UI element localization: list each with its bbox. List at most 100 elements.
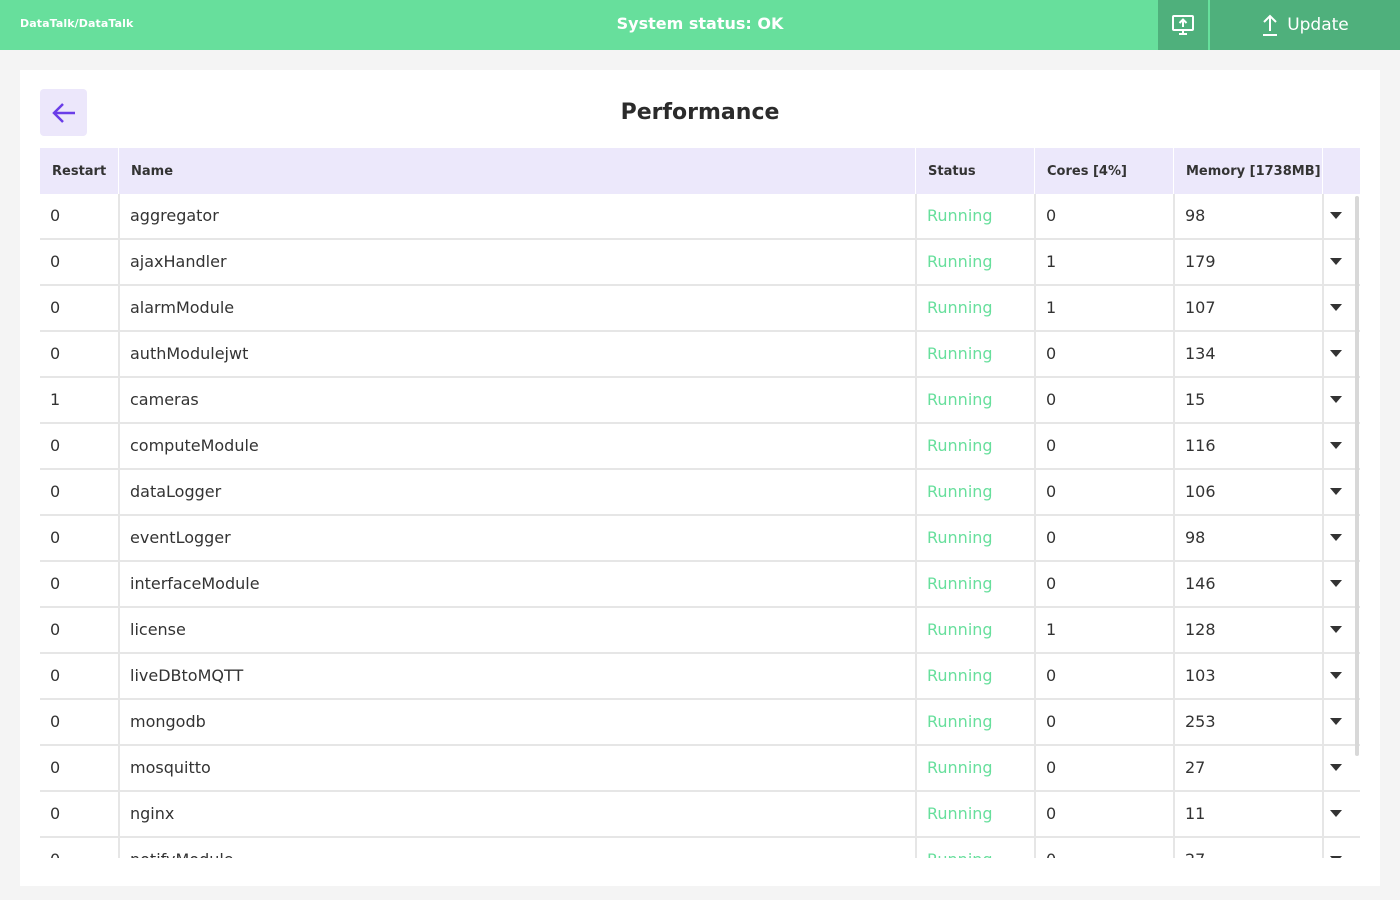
cell-restart: 0 — [50, 666, 61, 685]
caret-down-icon[interactable] — [1330, 212, 1342, 219]
caret-down-icon[interactable] — [1330, 396, 1342, 403]
cell-status: Running — [927, 206, 993, 225]
cell-name: ajaxHandler — [130, 252, 227, 271]
caret-down-icon[interactable] — [1330, 672, 1342, 679]
table-row[interactable]: 0 dataLogger Running 0 106 — [40, 470, 1360, 516]
caret-down-icon[interactable] — [1330, 580, 1342, 587]
upload-arrow-icon — [1263, 14, 1278, 36]
cell-memory: 146 — [1185, 574, 1216, 593]
cell-memory: 128 — [1185, 620, 1216, 639]
monitor-upload-button[interactable] — [1158, 0, 1208, 50]
page-title: Performance — [620, 100, 780, 125]
table-row[interactable]: 0 mongodb Running 0 253 — [40, 700, 1360, 746]
cell-restart: 0 — [50, 712, 61, 731]
cell-memory: 27 — [1185, 758, 1206, 777]
cell-restart: 0 — [50, 758, 61, 777]
cell-status: Running — [927, 436, 993, 455]
table-row[interactable]: 0 alarmModule Running 1 107 — [40, 286, 1360, 332]
table-row[interactable]: 0 authModulejwt Running 0 134 — [40, 332, 1360, 378]
cell-name: computeModule — [130, 436, 259, 455]
cell-status: Running — [917, 838, 1034, 858]
cell-restart: 0 — [50, 436, 61, 455]
table-row[interactable]: 0 ajaxHandler Running 1 179 — [40, 240, 1360, 286]
table-row[interactable]: 0 eventLogger Running 0 98 — [40, 516, 1360, 562]
cell-restart: 0 — [40, 838, 118, 858]
cell-status: Running — [927, 620, 993, 639]
cell-restart: 1 — [50, 390, 61, 409]
cell-memory: 107 — [1185, 298, 1216, 317]
column-header-status[interactable]: Status — [916, 148, 1034, 194]
cell-cores: 1 — [1046, 298, 1057, 317]
cell-status: Running — [927, 758, 993, 777]
caret-down-icon[interactable] — [1330, 626, 1342, 633]
cell-name: eventLogger — [130, 528, 231, 547]
cell-cores: 1 — [1046, 620, 1057, 639]
cell-cores: 0 — [1046, 758, 1057, 777]
caret-down-icon[interactable] — [1330, 304, 1342, 311]
table-row[interactable]: 0 license Running 1 128 — [40, 608, 1360, 654]
update-button[interactable]: Update — [1210, 0, 1400, 50]
cell-cores: 1 — [1046, 252, 1057, 271]
cell-status: Running — [927, 712, 993, 731]
column-header-restart[interactable]: Restart — [40, 148, 118, 194]
caret-down-icon[interactable] — [1330, 258, 1342, 265]
cell-status: Running — [927, 252, 993, 271]
cell-memory: 106 — [1185, 482, 1216, 501]
cell-memory: 103 — [1185, 666, 1216, 685]
column-header-name[interactable]: Name — [119, 148, 915, 194]
cell-cores: 0 — [1046, 206, 1057, 225]
caret-down-icon[interactable] — [1330, 350, 1342, 357]
brand-title[interactable]: DataTalk/DataTalk — [20, 17, 133, 30]
cell-memory: 134 — [1185, 344, 1216, 363]
cell-name: notifyModule — [120, 838, 915, 858]
cell-status: Running — [927, 344, 993, 363]
column-header-memory[interactable]: Memory [1738MB] — [1174, 148, 1322, 194]
caret-down-icon[interactable] — [1330, 764, 1342, 771]
table-row[interactable]: 0 interfaceModule Running 0 146 — [40, 562, 1360, 608]
caret-down-icon[interactable] — [1330, 442, 1342, 449]
table-row[interactable]: 0notifyModuleRunning027 — [40, 838, 1360, 858]
cell-memory: 15 — [1185, 390, 1206, 409]
cell-restart: 0 — [50, 252, 61, 271]
cell-status: Running — [927, 574, 993, 593]
cell-name: authModulejwt — [130, 344, 249, 363]
caret-down-icon[interactable] — [1330, 488, 1342, 495]
cell-restart: 0 — [50, 528, 61, 547]
table-row[interactable]: 1 cameras Running 0 15 — [40, 378, 1360, 424]
cell-name: license — [130, 620, 186, 639]
cell-name: liveDBtoMQTT — [130, 666, 244, 685]
top-bar: DataTalk/DataTalk System status: OK Upda… — [0, 0, 1400, 50]
caret-down-icon[interactable] — [1330, 810, 1342, 817]
caret-down-icon[interactable] — [1330, 718, 1342, 725]
cell-name: mosquitto — [130, 758, 211, 777]
cell-status: Running — [927, 298, 993, 317]
cell-restart: 0 — [50, 344, 61, 363]
caret-down-icon[interactable] — [1330, 856, 1342, 858]
column-header-cores[interactable]: Cores [4%] — [1035, 148, 1173, 194]
cell-memory: 98 — [1185, 206, 1206, 225]
cell-memory: 179 — [1185, 252, 1216, 271]
cell-name: aggregator — [130, 206, 219, 225]
cell-restart: 0 — [50, 206, 61, 225]
update-label: Update — [1287, 15, 1349, 35]
cell-cores: 0 — [1046, 344, 1057, 363]
cell-name: interfaceModule — [130, 574, 260, 593]
cell-cores: 0 — [1046, 390, 1057, 409]
cell-status: Running — [927, 528, 993, 547]
cell-cores: 0 — [1046, 666, 1057, 685]
cell-restart: 0 — [50, 620, 61, 639]
cell-status: Running — [927, 804, 993, 823]
table-row[interactable]: 0 mosquitto Running 0 27 — [40, 746, 1360, 792]
cell-name: cameras — [130, 390, 199, 409]
table-row[interactable]: 0 liveDBtoMQTT Running 0 103 — [40, 654, 1360, 700]
table-row[interactable]: 0 nginx Running 0 11 — [40, 792, 1360, 838]
caret-down-icon[interactable] — [1330, 534, 1342, 541]
cell-status: Running — [927, 390, 993, 409]
cell-restart: 0 — [50, 574, 61, 593]
table-row[interactable]: 0 computeModule Running 0 116 — [40, 424, 1360, 470]
cell-name: dataLogger — [130, 482, 222, 501]
table-row[interactable]: 0 aggregator Running 0 98 — [40, 194, 1360, 240]
table-scrollbar[interactable] — [1355, 196, 1359, 756]
performance-panel: Performance Restart Name Status Cores [4… — [20, 70, 1380, 886]
cell-memory: 11 — [1185, 804, 1206, 823]
